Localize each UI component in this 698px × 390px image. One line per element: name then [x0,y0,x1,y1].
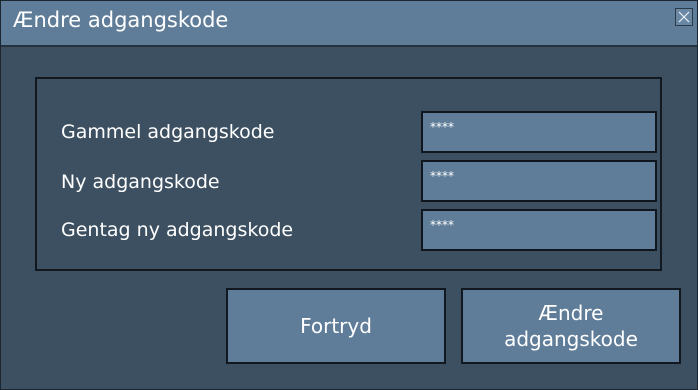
new-password-label: Ny adgangskode [61,171,220,193]
title-bar[interactable]: Ændre adgangskode [1,1,697,47]
repeat-password-field[interactable]: **** [421,209,657,251]
dialog-title: Ændre adgangskode [13,8,229,32]
change-password-button[interactable]: Ændre adgangskode [461,288,681,364]
old-password-field[interactable]: **** [421,111,657,153]
old-password-label: Gammel adgangskode [61,121,275,143]
new-password-field[interactable]: **** [421,160,657,202]
change-password-dialog: Ændre adgangskode Gammel adgangskode ***… [0,0,698,390]
close-button[interactable] [675,8,693,26]
repeat-password-label: Gentag ny adgangskode [61,219,294,241]
password-form-panel: Gammel adgangskode **** Ny adgangskode *… [35,77,662,271]
close-icon [676,9,692,25]
cancel-button[interactable]: Fortryd [226,288,446,364]
